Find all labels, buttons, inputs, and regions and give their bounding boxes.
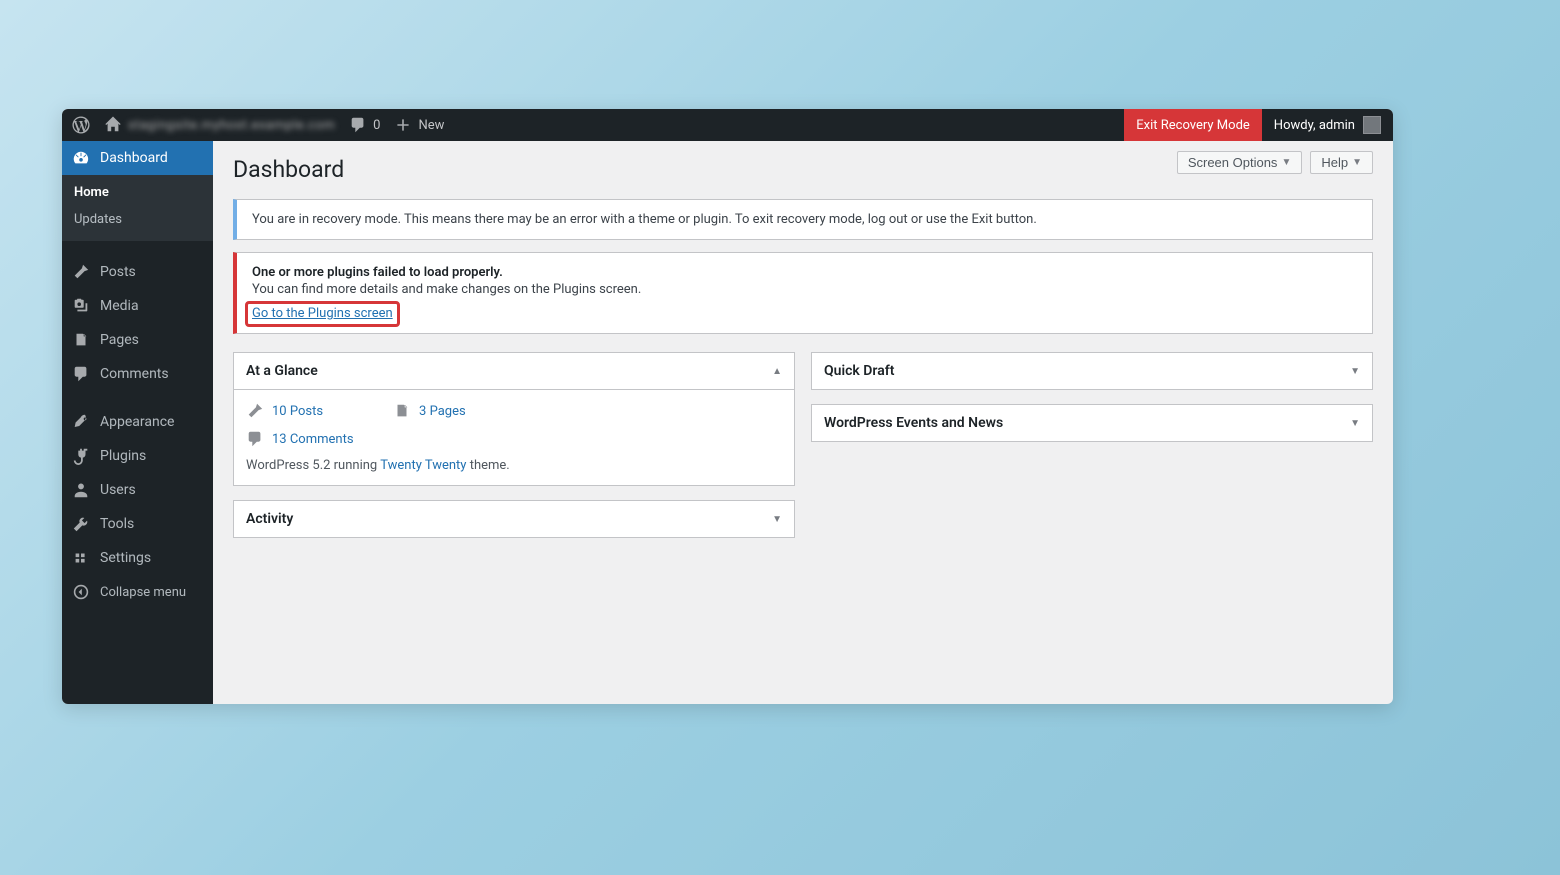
sidebar-label: Dashboard — [100, 150, 168, 166]
sidebar-label: Media — [100, 298, 139, 314]
sidebar-item-comments[interactable]: Comments — [62, 357, 213, 391]
sidebar-label: Tools — [100, 516, 134, 532]
tools-icon — [72, 515, 90, 533]
wordpress-icon — [72, 116, 90, 134]
sidebar-item-pages[interactable]: Pages — [62, 323, 213, 357]
sidebar-item-tools[interactable]: Tools — [62, 507, 213, 541]
my-account[interactable]: Howdy, admin — [1262, 116, 1393, 134]
site-name: stagingsite.myhost.example.com — [128, 118, 335, 133]
comments-icon — [72, 365, 90, 383]
widget-title: WordPress Events and News — [824, 415, 1003, 431]
glance-comments-link[interactable]: 13 Comments — [246, 430, 354, 448]
plugins-icon — [72, 447, 90, 465]
notice-heading: One or more plugins failed to load prope… — [252, 265, 1357, 280]
activity-widget: Activity ▼ — [233, 500, 795, 538]
comments-icon — [246, 430, 264, 448]
sidebar-item-appearance[interactable]: Appearance — [62, 405, 213, 439]
widget-title: At a Glance — [246, 363, 318, 379]
widget-header[interactable]: WordPress Events and News ▼ — [812, 405, 1372, 441]
go-to-plugins-link[interactable]: Go to the Plugins screen — [252, 306, 393, 321]
wp-admin-window: stagingsite.myhost.example.com 0 New Exi… — [62, 109, 1393, 704]
sidebar-label: Pages — [100, 332, 139, 348]
widget-header[interactable]: Quick Draft ▼ — [812, 353, 1372, 389]
sidebar-item-dashboard[interactable]: Dashboard — [62, 141, 213, 175]
avatar-icon — [1363, 116, 1381, 134]
glance-posts-link[interactable]: 10 Posts — [246, 402, 323, 420]
at-a-glance-widget: At a Glance ▲ 10 Posts — [233, 352, 795, 486]
sidebar-item-posts[interactable]: Posts — [62, 255, 213, 289]
pages-icon — [72, 331, 90, 349]
chevron-down-icon: ▼ — [1350, 418, 1360, 429]
recovery-mode-notice: You are in recovery mode. This means the… — [233, 199, 1373, 240]
comments-link[interactable]: 0 — [349, 116, 380, 134]
sidebar-item-users[interactable]: Users — [62, 473, 213, 507]
sidebar-label: Comments — [100, 366, 169, 382]
new-content-link[interactable]: New — [394, 116, 444, 134]
comments-icon — [349, 116, 367, 134]
wp-version-text: WordPress 5.2 running Twenty Twenty them… — [246, 458, 782, 473]
page-title: Dashboard — [233, 147, 344, 187]
collapse-icon — [72, 583, 90, 601]
chevron-down-icon: ▼ — [772, 514, 782, 525]
theme-link[interactable]: Twenty Twenty — [380, 458, 466, 473]
chevron-up-icon: ▲ — [772, 366, 782, 377]
sidebar-label: Appearance — [100, 414, 174, 430]
chevron-down-icon: ▼ — [1281, 157, 1291, 168]
pin-icon — [72, 263, 90, 281]
collapse-menu-button[interactable]: Collapse menu — [62, 575, 213, 609]
dashboard-icon — [72, 149, 90, 167]
main-content: Dashboard Screen Options ▼ Help ▼ You ar… — [213, 141, 1393, 704]
admin-bar: stagingsite.myhost.example.com 0 New Exi… — [62, 109, 1393, 141]
sidebar-submenu-home[interactable]: Home — [62, 179, 213, 206]
quick-draft-widget: Quick Draft ▼ — [811, 352, 1373, 390]
sidebar-submenu: Home Updates — [62, 175, 213, 241]
sidebar-label: Users — [100, 482, 136, 498]
sidebar-label: Settings — [100, 550, 151, 566]
site-home-link[interactable]: stagingsite.myhost.example.com — [104, 116, 335, 134]
notice-body: You can find more details and make chang… — [252, 282, 641, 297]
events-news-widget: WordPress Events and News ▼ — [811, 404, 1373, 442]
sidebar-submenu-updates[interactable]: Updates — [62, 206, 213, 233]
highlight-callout: Go to the Plugins screen — [245, 301, 400, 327]
glance-pages-link[interactable]: 3 Pages — [393, 402, 466, 420]
home-icon — [104, 116, 122, 134]
notice-text: You are in recovery mode. This means the… — [252, 212, 1037, 227]
admin-sidebar: Dashboard Home Updates Posts Media Pages — [62, 141, 213, 704]
screen-options-button[interactable]: Screen Options ▼ — [1177, 151, 1303, 174]
widget-header[interactable]: Activity ▼ — [234, 501, 794, 537]
media-icon — [72, 297, 90, 315]
sidebar-item-plugins[interactable]: Plugins — [62, 439, 213, 473]
exit-recovery-button[interactable]: Exit Recovery Mode — [1124, 109, 1262, 141]
settings-icon — [72, 549, 90, 567]
widget-title: Quick Draft — [824, 363, 894, 379]
sidebar-label: Plugins — [100, 448, 146, 464]
plus-icon — [394, 116, 412, 134]
sidebar-item-settings[interactable]: Settings — [62, 541, 213, 575]
wp-logo[interactable] — [72, 116, 90, 134]
widget-title: Activity — [246, 511, 293, 527]
new-label: New — [418, 118, 444, 133]
sidebar-label: Posts — [100, 264, 136, 280]
comments-count: 0 — [373, 118, 380, 133]
pin-icon — [246, 402, 264, 420]
appearance-icon — [72, 413, 90, 431]
widget-header[interactable]: At a Glance ▲ — [234, 353, 794, 390]
chevron-down-icon: ▼ — [1350, 366, 1360, 377]
howdy-text: Howdy, admin — [1274, 118, 1355, 133]
help-button[interactable]: Help ▼ — [1310, 151, 1373, 174]
plugin-error-notice: One or more plugins failed to load prope… — [233, 252, 1373, 334]
collapse-label: Collapse menu — [100, 585, 186, 600]
sidebar-item-media[interactable]: Media — [62, 289, 213, 323]
users-icon — [72, 481, 90, 499]
chevron-down-icon: ▼ — [1352, 157, 1362, 168]
pages-icon — [393, 402, 411, 420]
